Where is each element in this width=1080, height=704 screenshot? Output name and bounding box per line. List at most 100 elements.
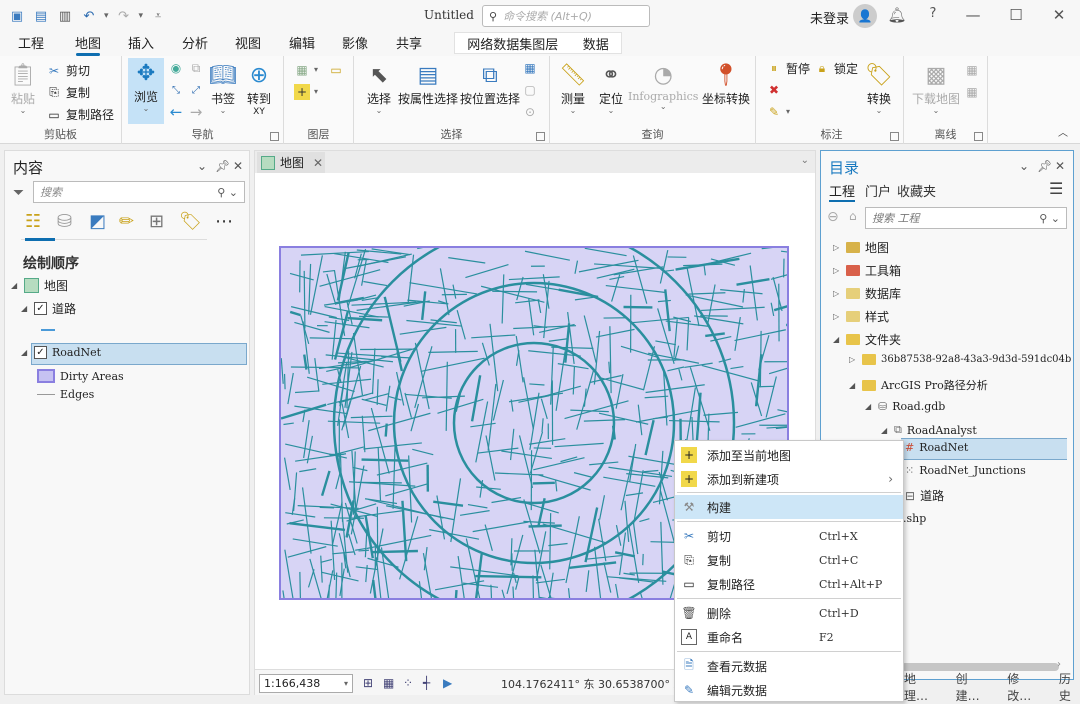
cut-button[interactable]: ✂剪切: [46, 62, 90, 79]
tree-item-roads-layer[interactable]: ◢ ✓ 道路: [21, 300, 76, 317]
tab-insert[interactable]: 插入: [128, 33, 154, 56]
command-search-input[interactable]: ⚲ 命令搜索 (Alt+Q): [482, 5, 650, 27]
convert-labels-button[interactable]: 🏷︎ 转换 ⌄: [864, 60, 894, 115]
list-by-source-icon[interactable]: ⛁: [57, 211, 72, 232]
goto-xy-button[interactable]: ⊕ 转到 XY: [244, 60, 274, 117]
navigate-launcher-icon[interactable]: [270, 132, 279, 141]
catalog-search-input[interactable]: 搜索 工程 ⚲ ⌄: [865, 207, 1067, 229]
fixed-extent-icon[interactable]: ⊞: [363, 676, 373, 690]
measure-icon[interactable]: ┽: [423, 676, 430, 690]
menu-item-add-to-current-map[interactable]: +添加至当前地图: [675, 443, 903, 467]
scale-selector[interactable]: 1:166,438 ▾: [259, 674, 353, 693]
list-by-snapping-icon[interactable]: ⊞: [149, 211, 164, 232]
add-preset-button[interactable]: ▭: [328, 62, 344, 78]
close-tab-icon[interactable]: ✕: [313, 156, 323, 170]
redo-icon[interactable]: ↷: [115, 8, 133, 24]
catalog-item-road-gdb[interactable]: ◢⛁Road.gdb: [865, 400, 945, 413]
selection-launcher-icon[interactable]: [536, 132, 545, 141]
basemap-button[interactable]: ▦▾: [294, 62, 318, 78]
grid-icon[interactable]: ▦: [383, 676, 394, 690]
catalog-tab-project[interactable]: 工程: [829, 181, 855, 202]
catalog-tab-portal[interactable]: 门户: [865, 181, 891, 200]
map-tab[interactable]: 地图 ✕: [257, 152, 325, 173]
open-project-icon[interactable]: ▤: [32, 8, 50, 24]
fixed-zoom-out-button[interactable]: ⤢: [188, 82, 204, 98]
fixed-zoom-in-button[interactable]: ⤡: [168, 82, 184, 98]
select-button[interactable]: ⬉ 选择 ⌄: [364, 60, 394, 115]
pane-options-icon[interactable]: ⌄: [197, 159, 207, 173]
snapping-icon[interactable]: ⁘: [403, 676, 413, 690]
filter-icon[interactable]: ⏷: [13, 185, 24, 201]
attributes-button[interactable]: ▦: [522, 60, 538, 76]
tab-modify-features[interactable]: 修改…: [1007, 670, 1039, 704]
tab-history[interactable]: 历史: [1059, 670, 1080, 704]
list-by-selection-icon[interactable]: ◩: [89, 211, 106, 232]
expand-icon[interactable]: ◢: [21, 304, 29, 313]
menu-item-delete[interactable]: 🗑︎删除Ctrl+D: [675, 601, 903, 625]
help-icon[interactable]: ?: [923, 6, 943, 21]
pause-labeling-button[interactable]: ⏸暂停: [766, 60, 810, 77]
catalog-item-feature-dataset[interactable]: ◢⧉RoadAnalyst: [881, 423, 977, 437]
paste-button[interactable]: 📋︎ 粘贴 ⌄: [8, 60, 38, 115]
close-icon[interactable]: ✕: [233, 159, 243, 173]
expand-icon[interactable]: ◢: [11, 281, 19, 290]
forward-button[interactable]: →: [188, 104, 204, 120]
customize-icon[interactable]: ⩡: [149, 8, 167, 24]
undo-icon[interactable]: ↶: [80, 8, 98, 24]
infographics-button[interactable]: ◔ Infographics ⌄: [628, 60, 698, 111]
tab-view[interactable]: 视图: [235, 33, 261, 56]
full-extent-button[interactable]: ◉: [168, 60, 184, 76]
label-style-button[interactable]: ✎▾: [766, 104, 790, 120]
catalog-item-folders[interactable]: ◢文件夹: [833, 331, 901, 348]
account-status[interactable]: 未登录: [810, 8, 849, 27]
tab-imagery[interactable]: 影像: [342, 33, 368, 56]
list-by-editing-icon[interactable]: ✏: [119, 211, 134, 232]
tab-network-dataset-layer[interactable]: 网络数据集图层: [467, 34, 558, 53]
convert-coordinates-button[interactable]: 📍︎ 坐标转换: [702, 60, 750, 107]
bookmarks-button[interactable]: 📖︎ 书签 ⌄: [208, 60, 238, 115]
catalog-item-maps[interactable]: ▷地图: [833, 239, 889, 256]
clear-labels-button[interactable]: ✖: [766, 82, 782, 98]
previous-extent-button[interactable]: ⧉: [188, 60, 204, 76]
zoom-to-selection-button[interactable]: ⊙: [522, 104, 538, 120]
scroll-right-icon[interactable]: ›: [1057, 659, 1061, 670]
catalog-item-guid-folder[interactable]: ▷36b87538-92a8-43a3-9d3d-591dc04b: [849, 354, 1071, 365]
menu-item-build[interactable]: ⚒构建: [675, 495, 903, 519]
maximize-button[interactable]: ☐: [1006, 6, 1026, 24]
collapse-ribbon-icon[interactable]: ︿: [1058, 124, 1068, 139]
close-button[interactable]: ✕: [1049, 6, 1069, 24]
menu-item-rename[interactable]: A重命名F2: [675, 625, 903, 649]
new-project-icon[interactable]: ▣: [8, 8, 26, 24]
catalog-item-toolboxes[interactable]: ▷工具箱: [833, 262, 901, 279]
pause-drawing-icon[interactable]: ▶: [443, 676, 452, 690]
layer-visibility-checkbox[interactable]: ✓: [34, 346, 47, 359]
pin-icon[interactable]: 📌︎: [215, 159, 230, 173]
remove-offline-button[interactable]: ▦: [964, 84, 980, 100]
tab-list-dropdown-icon[interactable]: ⌄: [801, 155, 809, 166]
tab-data[interactable]: 数据: [583, 34, 609, 53]
select-by-location-button[interactable]: ⧉ 按位置选择: [460, 60, 520, 107]
catalog-item-styles[interactable]: ▷样式: [833, 308, 889, 325]
catalog-item-roadnet[interactable]: #RoadNet: [905, 441, 968, 454]
menu-item-view-metadata[interactable]: 🗎查看元数据: [675, 654, 903, 678]
offline-launcher-icon[interactable]: [974, 132, 983, 141]
tab-analysis[interactable]: 分析: [182, 33, 208, 56]
back-icon[interactable]: ⊖: [827, 209, 839, 225]
copy-path-button[interactable]: ▭复制路径: [46, 106, 114, 123]
tab-map[interactable]: 地图: [74, 33, 102, 56]
tab-project[interactable]: 工程: [18, 33, 44, 56]
tab-create-features[interactable]: 创建…: [956, 670, 988, 704]
tab-share[interactable]: 共享: [396, 33, 422, 56]
menu-icon[interactable]: ☰: [1049, 179, 1063, 198]
menu-item-copy-path[interactable]: ▭复制路径Ctrl+Alt+P: [675, 572, 903, 596]
measure-button[interactable]: 📏︎ 测量 ⌄: [558, 60, 588, 115]
back-button[interactable]: ←: [168, 104, 184, 120]
menu-item-copy[interactable]: ⎘复制Ctrl+C: [675, 548, 903, 572]
pin-icon[interactable]: 📌︎: [1037, 159, 1052, 173]
tree-item-roadnet-layer[interactable]: ◢ ✓ RoadNet: [21, 346, 101, 359]
locate-button[interactable]: ⚭ 定位 ⌄: [596, 60, 626, 115]
tab-edit[interactable]: 编辑: [289, 33, 315, 56]
labeling-launcher-icon[interactable]: [890, 132, 899, 141]
tab-geoprocessing[interactable]: 地理…: [904, 670, 936, 704]
minimize-button[interactable]: —: [963, 6, 983, 24]
